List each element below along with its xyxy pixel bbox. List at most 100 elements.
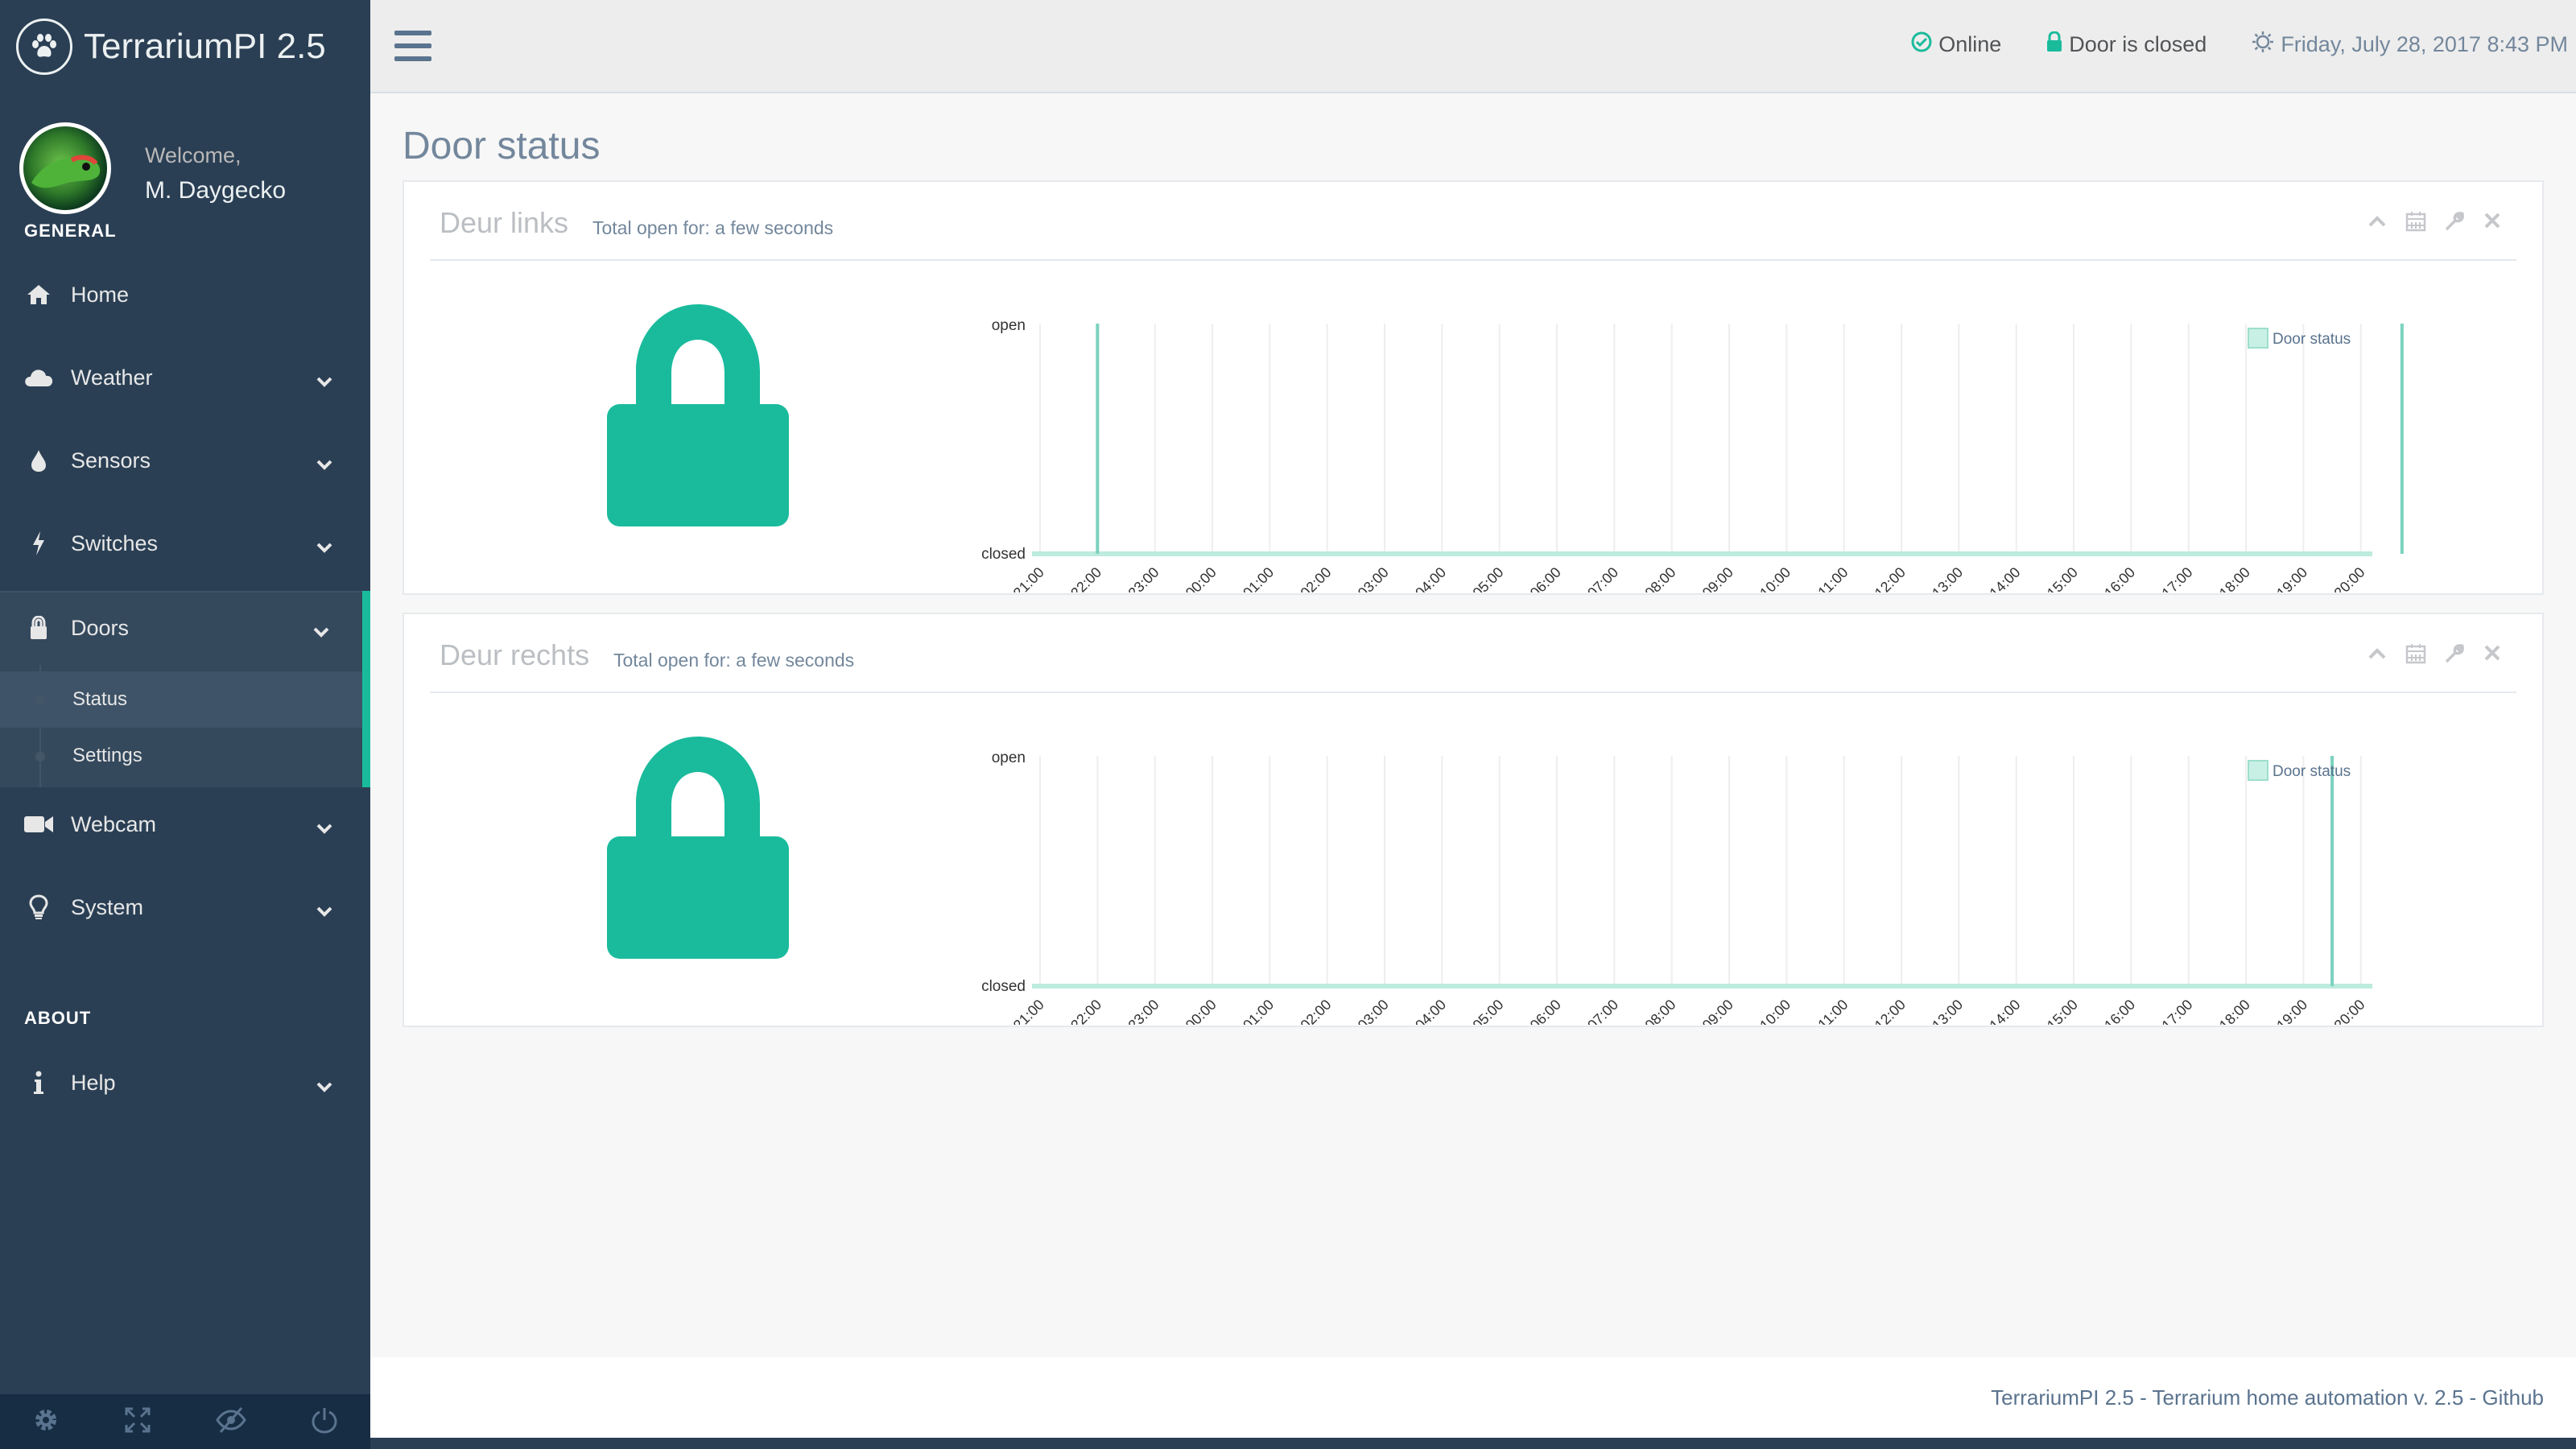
sidebar-footer [0,1394,370,1449]
x-tick-label: 18:00 [2216,997,2253,1025]
app-title: TerrariumPI 2.5 [84,27,326,66]
menu-toggle-icon[interactable] [394,31,431,65]
sidebar-item-switches[interactable]: Switches [0,506,370,580]
sidebar-subitem-status[interactable]: Status [0,671,362,728]
sidebar-item-doors[interactable]: Doors [0,591,370,665]
chevron-down-icon [316,898,333,923]
brand[interactable]: TerrariumPI 2.5 [0,0,370,93]
legend-label: Door status [2273,331,2351,348]
sidebar-subitem-settings[interactable]: Settings [0,728,362,784]
info-icon [23,1071,55,1095]
sidebar: TerrariumPI 2.5 Welcome, M. Daygecko GEN… [0,0,370,1449]
door-panel-right: Deur rechts Total open for: a few second… [402,613,2544,1027]
x-tick-label: 16:00 [2101,564,2138,592]
x-tick-label: 03:00 [1355,564,1392,592]
panel-subtitle: Total open for: a few seconds [592,217,834,238]
bolt-icon [23,530,55,556]
sidebar-item-label: Switches [71,530,159,555]
x-tick-label: 03:00 [1355,997,1392,1025]
section-general: GENERAL [24,221,117,241]
eye-slash-icon[interactable] [216,1406,246,1438]
check-circle-icon [1911,31,1938,58]
wrench-icon[interactable] [2444,643,2465,668]
x-tick-label: 05:00 [1470,564,1507,592]
x-tick-label: 06:00 [1527,564,1564,592]
x-tick-label: 17:00 [2159,564,2196,592]
x-tick-label: 19:00 [2273,564,2310,592]
sidebar-item-sensors[interactable]: Sensors [0,423,370,497]
calendar-icon[interactable] [2405,211,2426,236]
door-status: Door is closed [2046,31,2207,58]
x-tick-label: 11:00 [1814,997,1851,1025]
user-name: M. Daygecko [145,177,287,204]
x-tick-label: 04:00 [1412,997,1449,1025]
gear-icon[interactable] [32,1406,60,1438]
x-tick-label: 23:00 [1125,564,1162,592]
x-tick-label: 05:00 [1470,997,1507,1025]
welcome-text: Welcome, [145,143,242,167]
wrench-icon[interactable] [2444,211,2465,236]
x-tick-label: 00:00 [1183,564,1220,592]
x-tick-label: 07:00 [1584,997,1621,1025]
door-status-chart: openclosed21:00 22:00 23:00 00:00 01:00 02:00… [981,749,2372,1025]
bottom-strip [370,1438,2576,1449]
online-status: Online [1911,31,2001,58]
chevron-down-icon [316,815,333,840]
close-icon[interactable] [2483,643,2502,668]
sidebar-item-label: Help [71,1070,116,1095]
datetime: Friday, July 28, 2017 8:43 PM [2252,31,2568,59]
sidebar-item-weather[interactable]: Weather [0,341,370,415]
x-tick-label: 16:00 [2101,997,2138,1025]
paw-icon [16,19,72,75]
chevron-down-icon [316,1073,333,1098]
x-tick-label: 02:00 [1298,564,1335,592]
avatar[interactable] [19,122,111,214]
sidebar-item-webcam[interactable]: Webcam [0,787,370,861]
profile: Welcome, M. Daygecko [0,93,370,240]
x-tick-label: 14:00 [1987,564,2024,592]
chevron-up-icon[interactable] [2367,643,2388,668]
x-tick-label: 04:00 [1412,564,1449,592]
chevron-up-icon[interactable] [2367,211,2388,236]
x-tick-label: 12:00 [1872,564,1909,592]
x-tick-label: 15:00 [2044,564,2081,592]
x-tick-label: 21:00 [1010,997,1047,1025]
x-tick-label: 22:00 [1067,564,1104,592]
chevron-down-icon [316,368,333,393]
panel-title: Deur rechts [440,638,590,671]
x-tick-label: 12:00 [1872,997,1909,1025]
sidebar-item-home[interactable]: Home [0,258,370,332]
y-tick-label: closed [981,546,1026,563]
door-status-chart: openclosed21:00 22:00 23:00 00:00 01:00 02:00… [981,317,2404,592]
legend-swatch [2248,760,2268,781]
sidebar-item-label: Sensors [71,448,151,473]
sidebar-item-help[interactable]: Help [0,1046,370,1120]
sidebar-item-system[interactable]: System [0,870,370,944]
close-icon[interactable] [2483,211,2502,236]
footer-text[interactable]: TerrariumPI 2.5 - Terrarium home automat… [1991,1385,2544,1410]
x-tick-label: 00:00 [1183,997,1220,1025]
y-tick-label: open [992,749,1026,766]
x-tick-label: 13:00 [1929,564,1966,592]
chevron-down-icon [316,534,333,559]
x-tick-label: 06:00 [1527,997,1564,1025]
fullscreen-icon[interactable] [124,1406,151,1438]
sidebar-item-label: Doors [71,615,130,640]
door-locked-icon [605,303,791,532]
calendar-icon[interactable] [2405,643,2426,668]
x-tick-label: 19:00 [2273,997,2310,1025]
lightbulb-icon [23,894,55,920]
lock-icon [2046,31,2069,58]
x-tick-label: 09:00 [1699,997,1736,1025]
x-tick-label: 13:00 [1929,997,1966,1025]
top-nav: Online Door is closed Friday, July 28, 2… [370,0,2576,93]
x-tick-label: 11:00 [1814,564,1851,592]
cloud-icon [23,367,55,388]
power-icon[interactable] [311,1406,338,1438]
sidebar-item-label: Webcam [71,811,157,836]
legend-swatch [2248,328,2268,349]
x-tick-label: 21:00 [1010,564,1047,592]
panel-divider [430,259,2516,261]
panel-tools [2367,643,2502,668]
page-title: Door status [402,125,601,167]
